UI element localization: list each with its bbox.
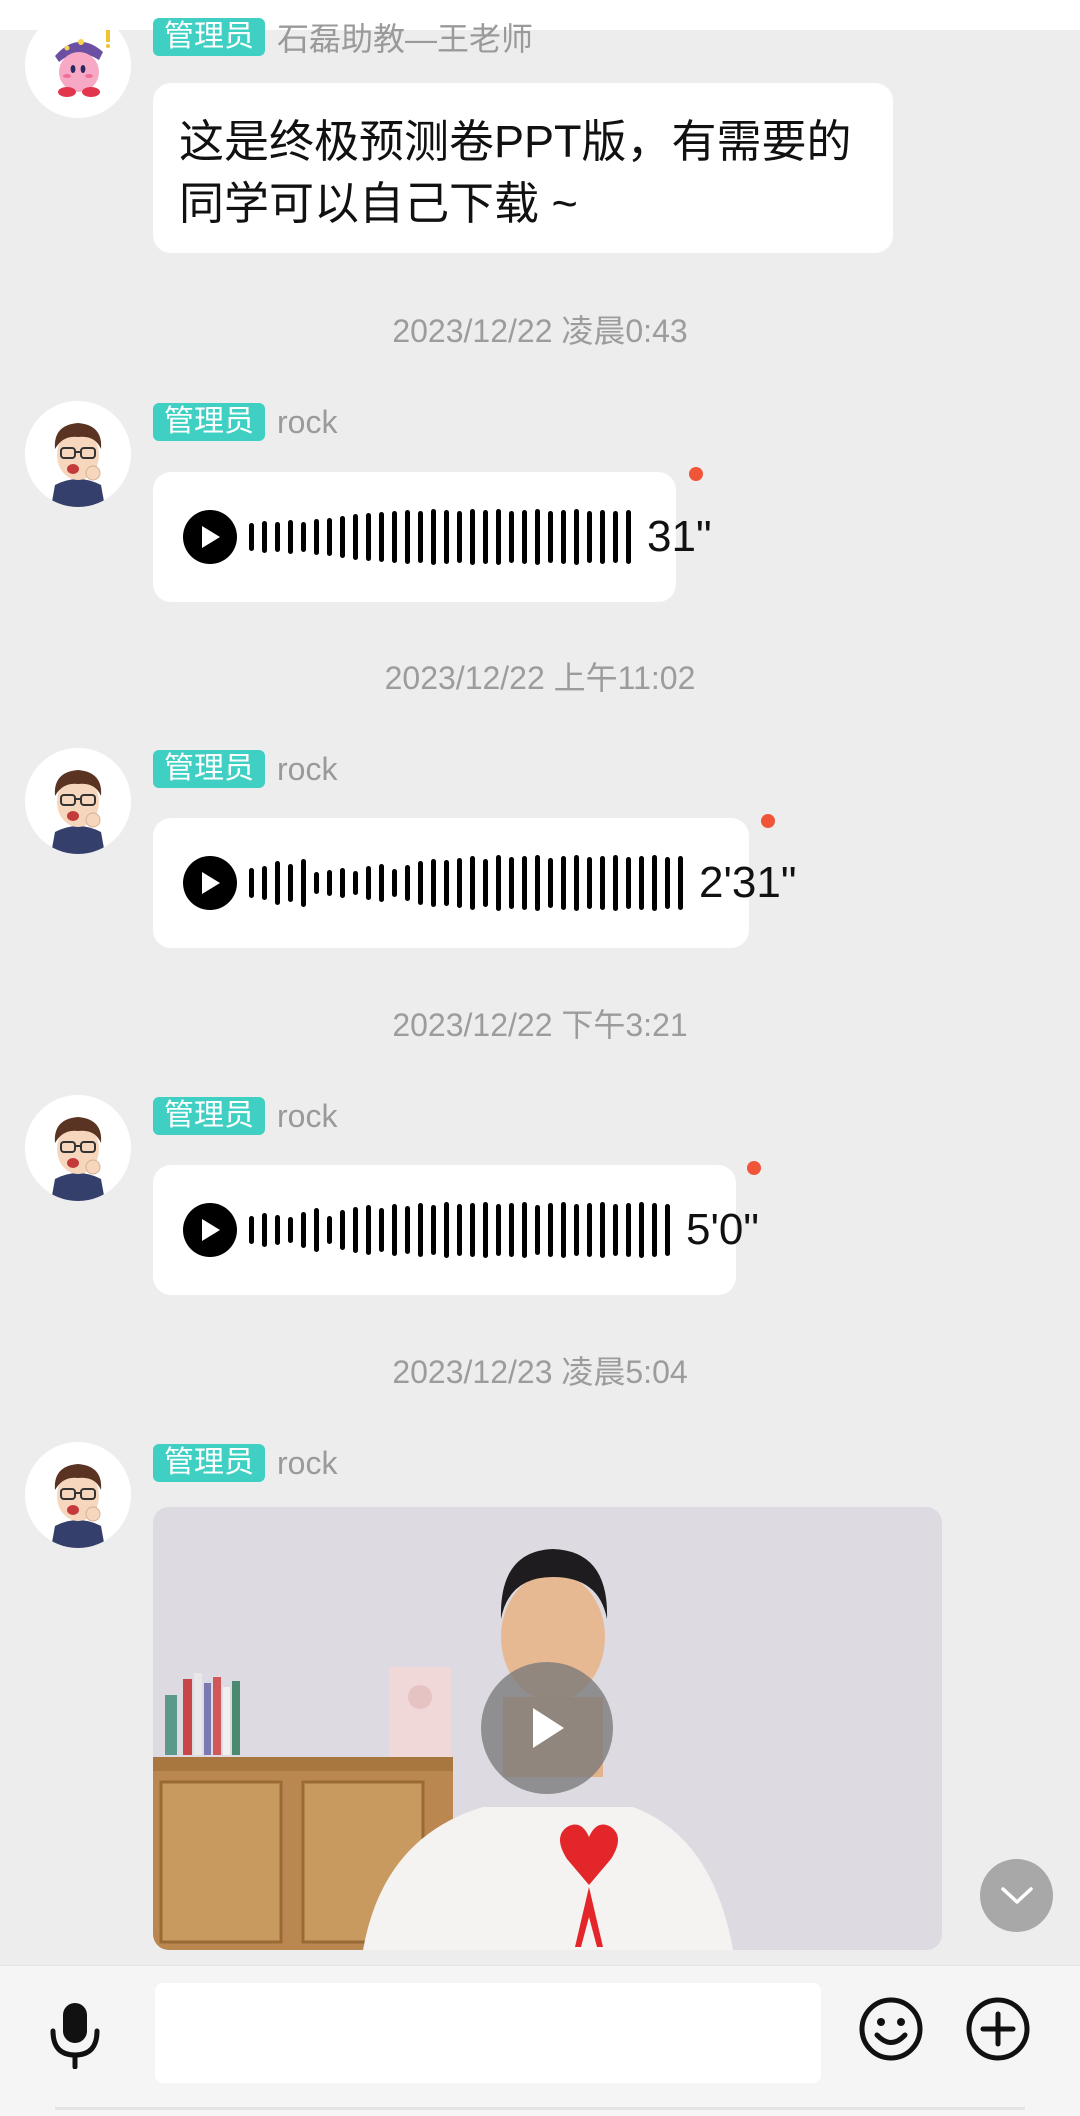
voice-waveform <box>249 507 639 567</box>
timestamp: 2023/12/22 凌晨0:43 <box>392 313 688 349</box>
voice-duration: 2'31" <box>699 858 797 907</box>
chat-message-list[interactable]: 管理员 石磊助教—王老师 这是终极预测卷PPT版，有需要的同学可以自己下载 ~ … <box>0 0 1080 1965</box>
input-toolbar <box>0 1965 1080 2116</box>
play-icon[interactable] <box>183 1203 237 1257</box>
message-meta: 管理员 石磊助教—王老师 <box>153 17 533 57</box>
cartoon-man-avatar-icon <box>25 1095 131 1201</box>
sender-name[interactable]: rock <box>277 404 337 441</box>
cartoon-man-avatar-icon <box>25 401 131 507</box>
unread-dot <box>761 814 775 828</box>
unread-dot <box>689 467 703 481</box>
message-meta: 管理员 rock <box>153 1096 337 1136</box>
text-message-bubble[interactable]: 这是终极预测卷PPT版，有需要的同学可以自己下载 ~ <box>153 83 893 253</box>
voice-waveform <box>249 853 691 913</box>
voice-message-bubble[interactable]: 2'31" <box>153 818 796 948</box>
sender-name[interactable]: rock <box>277 751 337 788</box>
sender-name[interactable]: rock <box>277 1098 337 1135</box>
avatar[interactable] <box>25 748 131 854</box>
avatar[interactable] <box>25 12 131 118</box>
avatar[interactable] <box>25 401 131 507</box>
avatar[interactable] <box>25 1442 131 1548</box>
smiley-icon[interactable] <box>858 1996 924 2062</box>
message-meta: 管理员 rock <box>153 1443 337 1483</box>
scroll-to-bottom-button[interactable] <box>980 1859 1053 1932</box>
cartoon-man-avatar-icon <box>25 1442 131 1548</box>
voice-message-bubble[interactable]: 31" <box>153 472 712 602</box>
voice-message-bubble[interactable]: 5'0" <box>153 1165 759 1295</box>
timestamp: 2023/12/23 凌晨5:04 <box>392 1354 688 1390</box>
message-meta: 管理员 rock <box>153 749 337 789</box>
admin-badge: 管理员 <box>153 403 265 441</box>
cartoon-man-avatar-icon <box>25 748 131 854</box>
play-icon[interactable] <box>183 856 237 910</box>
avatar[interactable] <box>25 1095 131 1201</box>
admin-badge: 管理员 <box>153 1444 265 1482</box>
sender-name[interactable]: rock <box>277 1445 337 1482</box>
timestamp: 2023/12/22 上午11:02 <box>384 660 696 696</box>
kirby-avatar-icon <box>25 12 131 118</box>
play-icon[interactable] <box>183 510 237 564</box>
video-play-icon[interactable] <box>481 1662 613 1794</box>
admin-badge: 管理员 <box>153 1097 265 1135</box>
voice-duration: 5'0" <box>686 1205 759 1254</box>
message-input[interactable] <box>155 1983 821 2083</box>
voice-duration: 31" <box>647 512 712 561</box>
microphone-icon[interactable] <box>42 1999 108 2069</box>
voice-waveform <box>249 1200 678 1260</box>
plus-circle-icon[interactable] <box>965 1996 1031 2062</box>
timestamp: 2023/12/22 下午3:21 <box>392 1007 688 1043</box>
video-message-thumbnail[interactable] <box>153 1507 942 1950</box>
chevron-down-icon <box>1000 1886 1033 1904</box>
bottom-divider <box>55 2107 1025 2110</box>
sender-name[interactable]: 石磊助教—王老师 <box>277 14 533 60</box>
unread-dot <box>747 1161 761 1175</box>
message-meta: 管理员 rock <box>153 402 337 442</box>
admin-badge: 管理员 <box>153 18 265 56</box>
admin-badge: 管理员 <box>153 750 265 788</box>
